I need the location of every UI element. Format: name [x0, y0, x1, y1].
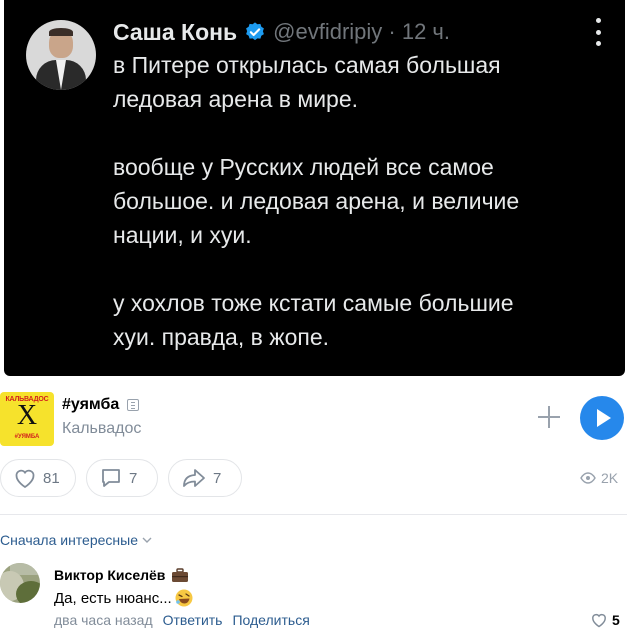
- logo-bottom-text: #УЯМБА: [14, 434, 40, 440]
- comment-author-name: Виктор Киселёв: [54, 567, 166, 583]
- tweet-header: Саша Конь @evfidripiy · 12 ч.: [113, 14, 450, 50]
- rofl-emoji-icon: [175, 589, 193, 607]
- play-button[interactable]: [580, 396, 624, 440]
- comment-button[interactable]: 7: [86, 459, 158, 497]
- comment-author-avatar[interactable]: [0, 563, 40, 603]
- comment-time: два часа назад: [54, 612, 153, 628]
- share-comment-link[interactable]: Поделиться: [232, 612, 309, 628]
- like-count: 81: [43, 469, 60, 487]
- tweet-line: в Питере открылась самая большая: [113, 52, 501, 78]
- views-counter: 2K: [580, 470, 618, 486]
- chevron-down-icon: [142, 537, 152, 543]
- share-count: 7: [213, 469, 222, 487]
- tweet-screenshot[interactable]: Саша Конь @evfidripiy · 12 ч. в Питере о…: [4, 0, 625, 376]
- comment-icon: [102, 469, 120, 487]
- comment-text: Да, есть нюанс...: [54, 589, 172, 607]
- verified-badge-icon: [246, 22, 265, 41]
- community-avatar[interactable]: КАЛЬВАДОС Х #УЯМБА: [0, 392, 54, 446]
- subscribe-plus-button[interactable]: [534, 402, 564, 432]
- tweet-line: ледовая арена в мире.: [113, 86, 359, 112]
- logo-letter: Х: [16, 400, 38, 431]
- comment-author-link[interactable]: Виктор Киселёв: [54, 567, 189, 583]
- heart-icon: [592, 613, 606, 628]
- post-tag-icon: [127, 399, 140, 411]
- tweet-line: хуи. правда, в жопе.: [113, 324, 330, 350]
- comment-like-button[interactable]: 5: [590, 611, 620, 629]
- comment-count: 7: [129, 469, 138, 487]
- tweet-handle-time: @evfidripiy · 12 ч.: [273, 19, 451, 44]
- comment-meta: два часа назад Ответить Поделиться: [54, 612, 310, 628]
- comment-like-count: 5: [612, 612, 620, 628]
- tweet-text: в Питере открылась самая большая ледовая…: [113, 48, 613, 354]
- section-divider: [0, 514, 627, 515]
- share-button[interactable]: 7: [168, 459, 242, 497]
- tweet-line: вообще у Русских людей все самое: [113, 154, 494, 180]
- briefcase-icon: [172, 567, 189, 582]
- tweet-line: у хохлов тоже кстати самые большие: [113, 290, 514, 316]
- sort-label: Сначала интересные: [0, 532, 138, 548]
- heart-icon: [15, 469, 35, 489]
- like-button[interactable]: 81: [0, 459, 76, 497]
- community-subtitle: Кальвадос: [62, 420, 142, 437]
- tweet-author-avatar: [26, 20, 96, 90]
- reply-link[interactable]: Ответить: [163, 612, 223, 628]
- eye-icon: [580, 472, 596, 484]
- comment-text-row: Да, есть нюанс...: [54, 588, 194, 608]
- tweet-author-name: Саша Конь: [113, 18, 238, 45]
- community-name: #уямба: [62, 396, 120, 413]
- tweet-line: нации, и хуи.: [113, 222, 252, 248]
- tweet-line: большое. и ледовая арена, и величие: [113, 188, 520, 214]
- share-icon: [183, 469, 205, 487]
- comment-sort-dropdown[interactable]: Сначала интересные: [0, 531, 152, 549]
- community-name-link[interactable]: #уямба: [62, 396, 140, 414]
- views-count: 2K: [601, 470, 619, 486]
- tweet-more-icon: [593, 18, 603, 46]
